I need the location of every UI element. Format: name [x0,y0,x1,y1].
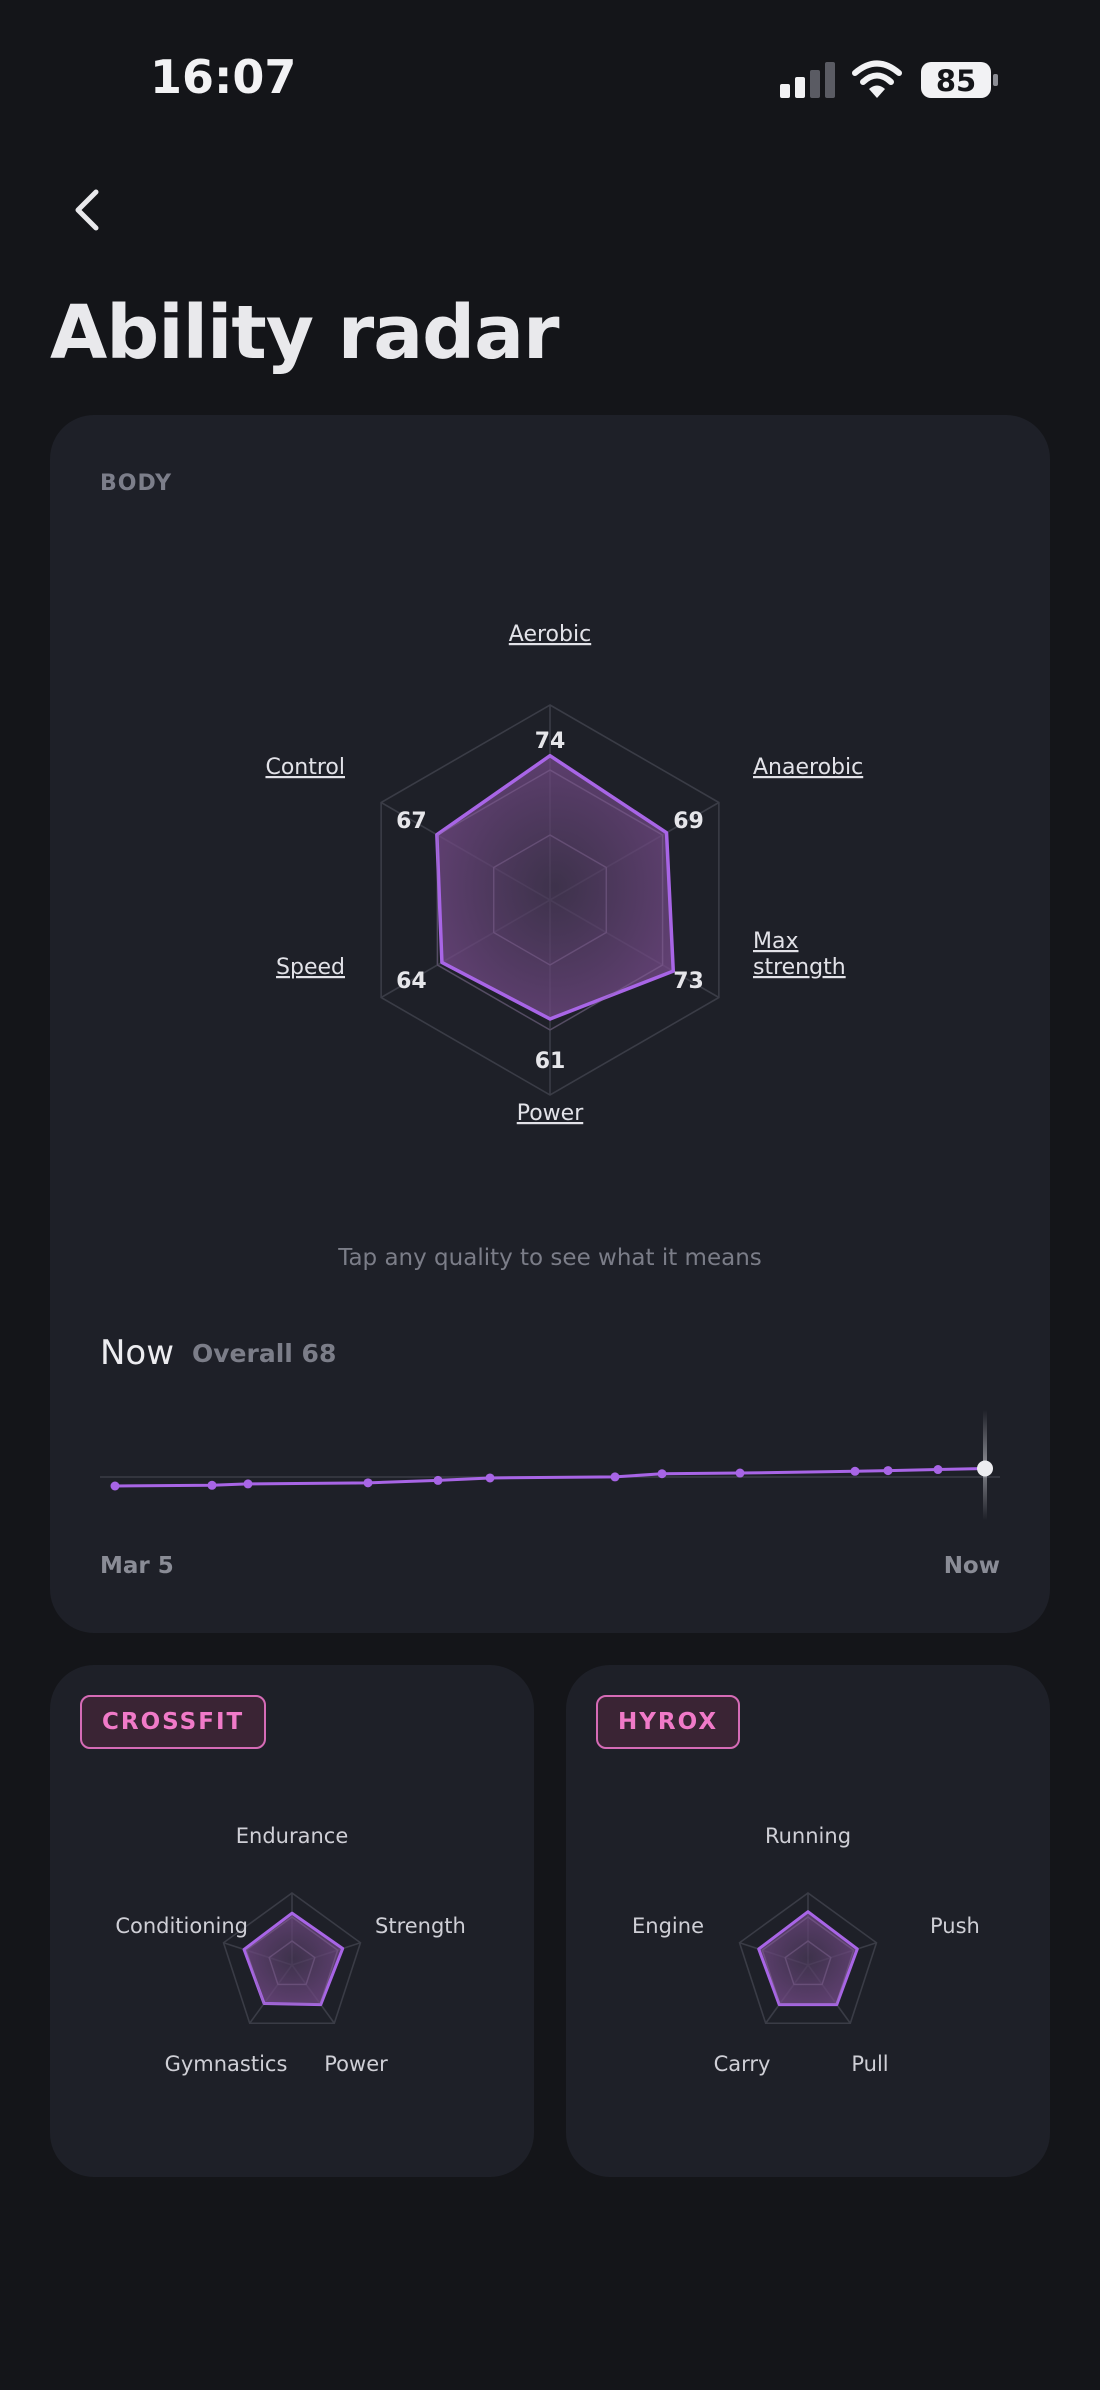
hyrox-label-carry: Carry [714,2052,771,2076]
body-label-speed[interactable]: Speed [276,955,345,980]
trend-point [933,1465,943,1475]
body-value-power: 61 [535,1049,566,1074]
trend-start-date: Mar 5 [100,1553,174,1579]
status-time: 16:07 [150,50,297,104]
crossfit-card[interactable]: Endurance Strength Power Gymnastics Conditio… [50,1665,534,2177]
trend-point [110,1481,120,1491]
trend-chart [100,1410,1000,1520]
body-label-anaerobic[interactable]: Anaerobic [753,755,863,780]
back-button[interactable] [60,180,110,240]
hyrox-data-area [757,1910,859,2007]
page-title: Ability radar [50,290,560,376]
trend-point [657,1469,667,1479]
trend-point [735,1468,745,1478]
crossfit-tag[interactable]: CROSSFIT [80,1695,267,1749]
hyrox-card[interactable]: Running Push Pull Carry Engine HYROX [566,1665,1050,2177]
trend-now-label: Now [100,1333,175,1373]
hyrox-label-running: Running [765,1824,851,1848]
crossfit-label-gymnastics: Gymnastics [165,2052,288,2076]
body-value-control: 67 [396,809,427,834]
status-bar: 16:07 85 [0,0,1100,160]
trend-point [363,1478,373,1488]
trend-point [243,1479,253,1489]
body-value-anaerobic: 69 [673,809,704,834]
body-radar-card: BODY 74 69 73 61 64 67 Aerobic Anaerobic Max stre… [50,415,1050,1633]
section-label: BODY [100,471,173,496]
battery-icon: 85 [921,62,998,98]
body-label-aerobic[interactable]: Aerobic [509,622,591,647]
crossfit-label-power: Power [324,2052,388,2076]
battery-level: 85 [936,64,976,98]
hyrox-label-pull: Pull [851,2052,888,2076]
body-label-control[interactable]: Control [265,755,345,780]
crossfit-label-conditioning: Conditioning [115,1914,248,1938]
trend-point [433,1475,443,1485]
trend-point [610,1472,620,1482]
crossfit-label-endurance: Endurance [236,1824,349,1848]
body-value-aerobic: 74 [535,729,566,754]
signal-icon [780,62,835,98]
trend-point [485,1473,495,1483]
trend-current-point[interactable] [977,1460,993,1477]
hyrox-label-push: Push [930,1914,980,1938]
trend-point [883,1466,893,1476]
hyrox-tag[interactable]: HYROX [596,1695,741,1749]
overall-score: Overall 68 [192,1339,337,1368]
body-value-speed: 64 [396,969,427,994]
hint-text: Tap any quality to see what it means [338,1245,762,1271]
body-label-max-strength[interactable]: Max strength [753,929,846,980]
body-label-power[interactable]: Power [517,1101,584,1126]
hyrox-label-engine: Engine [632,1914,704,1938]
crossfit-label-strength: Strength [375,1914,466,1938]
body-radar-chart: 74 69 73 61 64 67 Aerobic Anaerobic Max strength P… [265,622,863,1126]
trend-point [207,1480,217,1490]
wifi-icon [852,60,902,98]
trend-point [850,1466,860,1476]
trend-end-date: Now [943,1553,1000,1579]
body-value-max-strength: 73 [673,969,704,994]
